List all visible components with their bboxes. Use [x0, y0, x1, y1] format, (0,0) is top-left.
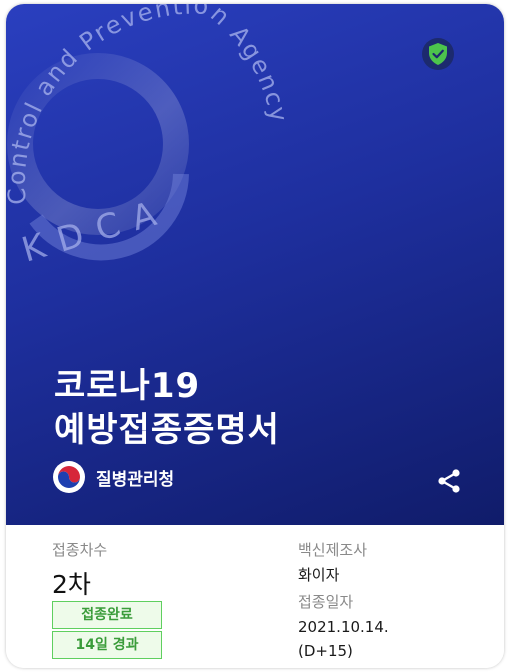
status-badge: 접종완료	[52, 601, 162, 629]
verified-shield-icon	[422, 38, 454, 70]
title-line-1: 코로나19	[54, 366, 201, 406]
share-icon	[438, 469, 460, 493]
vaccination-certificate-card: Control and Prevention Agency KDCA 코로나19…	[6, 4, 504, 668]
issuer-name: 질병관리청	[96, 469, 175, 490]
svg-text:Control and Prevention Agency: Control and Prevention Agency	[6, 4, 293, 206]
manufacturer-value: 화이자	[298, 566, 340, 584]
date-value: 2021.10.14.	[298, 618, 389, 636]
dose-label: 접종차수	[52, 541, 108, 559]
issuer: 질병관리청	[52, 460, 174, 494]
share-button[interactable]	[436, 468, 462, 494]
certificate-hero: Control and Prevention Agency KDCA 코로나19…	[6, 4, 504, 525]
watermark-arc-text: Control and Prevention Agency	[6, 4, 291, 206]
certificate-title: 코로나19 예방접종증명서	[54, 364, 280, 452]
date-dday: (D+15)	[298, 642, 353, 660]
certificate-details: 접종차수 2차 접종완료 14일 경과 백신제조사 화이자 접종일자 2021.…	[6, 525, 504, 668]
dose-value: 2차	[52, 570, 91, 599]
date-label: 접종일자	[298, 593, 354, 611]
taegeuk-logo-icon	[53, 461, 85, 493]
manufacturer-label: 백신제조사	[298, 541, 368, 559]
title-line-2: 예방접종증명서	[54, 410, 280, 450]
elapsed-badge: 14일 경과	[52, 631, 162, 659]
